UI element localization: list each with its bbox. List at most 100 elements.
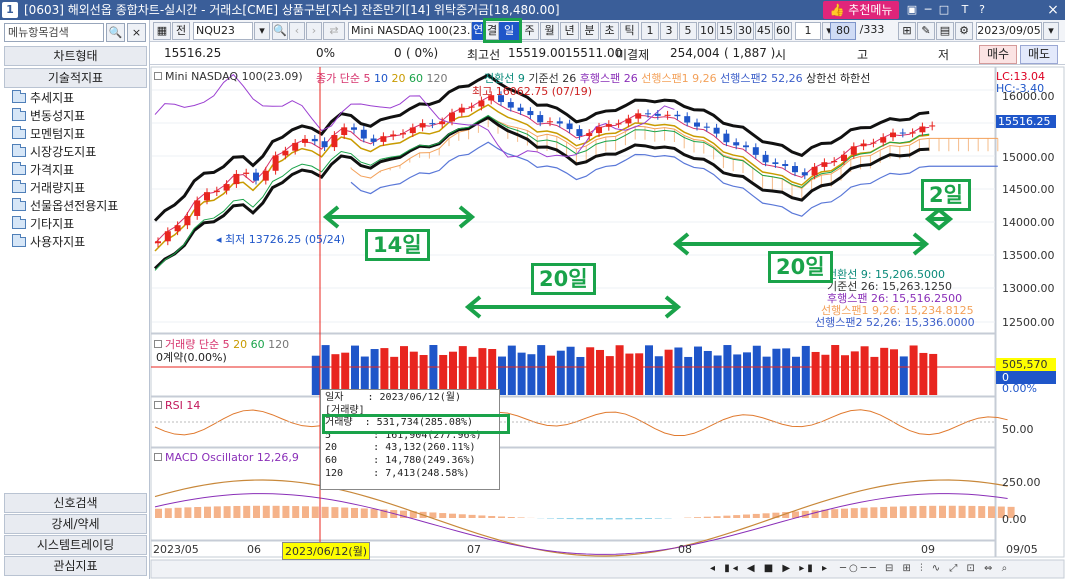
scroll-controls[interactable]: ◂ ▮◂ ◀ ■ ▶ ▸▮ ▸ (710, 563, 830, 574)
calendar-icon[interactable]: ▾ (1043, 22, 1059, 40)
close-button[interactable]: × (1046, 2, 1060, 18)
candle-body (155, 241, 161, 244)
chart-area[interactable]: Mini NASDAQ 100(23.09) 종가 단순 5 10 20 60 … (150, 66, 1065, 579)
tree-item-trend[interactable]: 추세지표 (12, 89, 147, 107)
search-icon[interactable]: 🔍 (106, 23, 125, 42)
candle-body (909, 132, 916, 134)
macd-histogram-bar (184, 507, 192, 518)
bull-bear-button[interactable]: 강세/약세 (4, 514, 147, 534)
compare-icon[interactable]: ⇄ (323, 22, 345, 40)
price-panel-title: Mini NASDAQ 100(23.09) (154, 70, 303, 83)
period-year[interactable]: 년 (560, 22, 579, 40)
macd-histogram-bar (752, 513, 760, 518)
rsi-panel-title: RSI 14 (154, 399, 200, 412)
tree-item-futures-options[interactable]: 선물옵션전용지표 (12, 197, 147, 215)
macd-histogram-bar (850, 508, 858, 518)
tree-item-market-strength[interactable]: 시장강도지표 (12, 143, 147, 161)
volume-bar (527, 354, 536, 395)
window-title: [0603] 해외선옵 종합차트-실시간 - 거래소[CME] 상품구분[지수]… (24, 3, 560, 17)
interval-1[interactable]: 1 (641, 22, 659, 40)
minimize-button[interactable]: ─ (921, 2, 935, 18)
settings-gear-icon[interactable]: ⚙ (955, 22, 973, 40)
symbol-dropdown-icon[interactable]: ▾ (254, 22, 270, 40)
candle-body (890, 132, 896, 138)
search-icon[interactable]: 🔍 (272, 22, 288, 40)
period-week[interactable]: 주 (520, 22, 539, 40)
interval-count-input[interactable]: 1 (795, 22, 821, 40)
draw-icon[interactable]: ✎ (917, 22, 935, 40)
folder-icon (12, 126, 26, 139)
candle-body (419, 123, 426, 128)
macd-histogram-bar (292, 506, 300, 518)
tree-item-price[interactable]: 가격지표 (12, 161, 147, 179)
grid-icon[interactable]: ⊞ (898, 22, 916, 40)
volume-bar (596, 349, 604, 395)
prev-icon[interactable]: ‹ (289, 22, 305, 40)
buy-button[interactable]: 매수 (979, 45, 1017, 64)
page-count-input[interactable]: 80 (830, 22, 856, 40)
favorite-index-button[interactable]: 관심지표 (4, 556, 147, 576)
tree-item-volatility[interactable]: 변동성지표 (12, 107, 147, 125)
volume-bar (899, 356, 908, 395)
tree-item-volume[interactable]: 거래량지표 (12, 179, 147, 197)
font-button[interactable]: T (958, 2, 972, 18)
date-input[interactable]: 2023/09/05 (976, 22, 1042, 40)
candle-body (527, 111, 534, 116)
layout-icon[interactable]: ▦ (153, 22, 171, 40)
menu-search-input[interactable]: 메뉴항목검색 (4, 23, 104, 42)
candle-body (801, 172, 808, 176)
chart-type-header[interactable]: 차트형태 (4, 46, 147, 66)
ma-legend: 종가 단순 5 10 20 60 120 (316, 72, 448, 85)
candle-body (645, 113, 651, 115)
interval-10[interactable]: 10 (698, 22, 716, 40)
quote-bar: 15516.25 0% 0 ( 0%) 최고선 15519.00 15511.0… (150, 43, 1065, 65)
config-button[interactable]: 전 (172, 22, 190, 40)
period-tick[interactable]: 틱 (620, 22, 639, 40)
interval-45[interactable]: 45 (755, 22, 773, 40)
macd-histogram-bar (243, 505, 251, 518)
sell-button[interactable]: 매도 (1020, 45, 1058, 64)
window-icon[interactable]: ▣ (905, 2, 919, 18)
signal-search-button[interactable]: 신호검색 (4, 493, 147, 513)
candle-body (341, 127, 348, 136)
rsi-tick: 50.00 (1002, 423, 1034, 436)
tree-item-momentum[interactable]: 모멘텀지표 (12, 125, 147, 143)
period-month[interactable]: 월 (540, 22, 559, 40)
tech-index-header[interactable]: 기술적지표 (4, 68, 147, 88)
volume-bar (733, 354, 742, 395)
symbol-code-input[interactable]: NQU23 (193, 22, 253, 40)
interval-15[interactable]: 15 (717, 22, 735, 40)
period-minute[interactable]: 분 (580, 22, 599, 40)
volume-bar (645, 345, 653, 395)
tree-item-other[interactable]: 기타지표 (12, 215, 147, 233)
close-search-icon[interactable]: × (127, 23, 146, 42)
save-icon[interactable]: ▤ (936, 22, 954, 40)
macd-histogram-bar (978, 506, 986, 518)
period-second[interactable]: 초 (600, 22, 619, 40)
restore-button[interactable]: □ (937, 2, 951, 18)
volume-bar (566, 346, 575, 395)
candle-body (664, 114, 671, 116)
volume-bar (684, 356, 693, 395)
y-tick: 13000.00 (1002, 282, 1055, 295)
macd-histogram-bar (204, 506, 211, 518)
system-trading-button[interactable]: 시스템트레이딩 (4, 535, 147, 555)
recommend-menu-button[interactable]: 👍 추천메뉴 (823, 1, 899, 19)
tree-item-user[interactable]: 사용자지표 (12, 233, 147, 251)
zoom-controls[interactable]: ─○── ⊟ ⊞ ⫶ ∿ ⤢ ⊡ ⇔ ⌕ (840, 563, 1010, 574)
candle-body (390, 134, 397, 137)
volume-bar (556, 350, 565, 395)
macd-histogram-bar (223, 506, 231, 518)
macd-histogram-bar (547, 518, 554, 519)
interval-3[interactable]: 3 (660, 22, 678, 40)
volume-bar (478, 348, 487, 395)
interval-5[interactable]: 5 (679, 22, 697, 40)
interval-60[interactable]: 60 (774, 22, 792, 40)
macd-histogram-bar (831, 509, 839, 518)
help-button[interactable]: ? (975, 2, 989, 18)
volume-bar (792, 356, 800, 395)
volume-bar (703, 350, 712, 395)
next-icon[interactable]: › (306, 22, 322, 40)
macd-histogram-bar (880, 506, 888, 518)
interval-30[interactable]: 30 (736, 22, 754, 40)
